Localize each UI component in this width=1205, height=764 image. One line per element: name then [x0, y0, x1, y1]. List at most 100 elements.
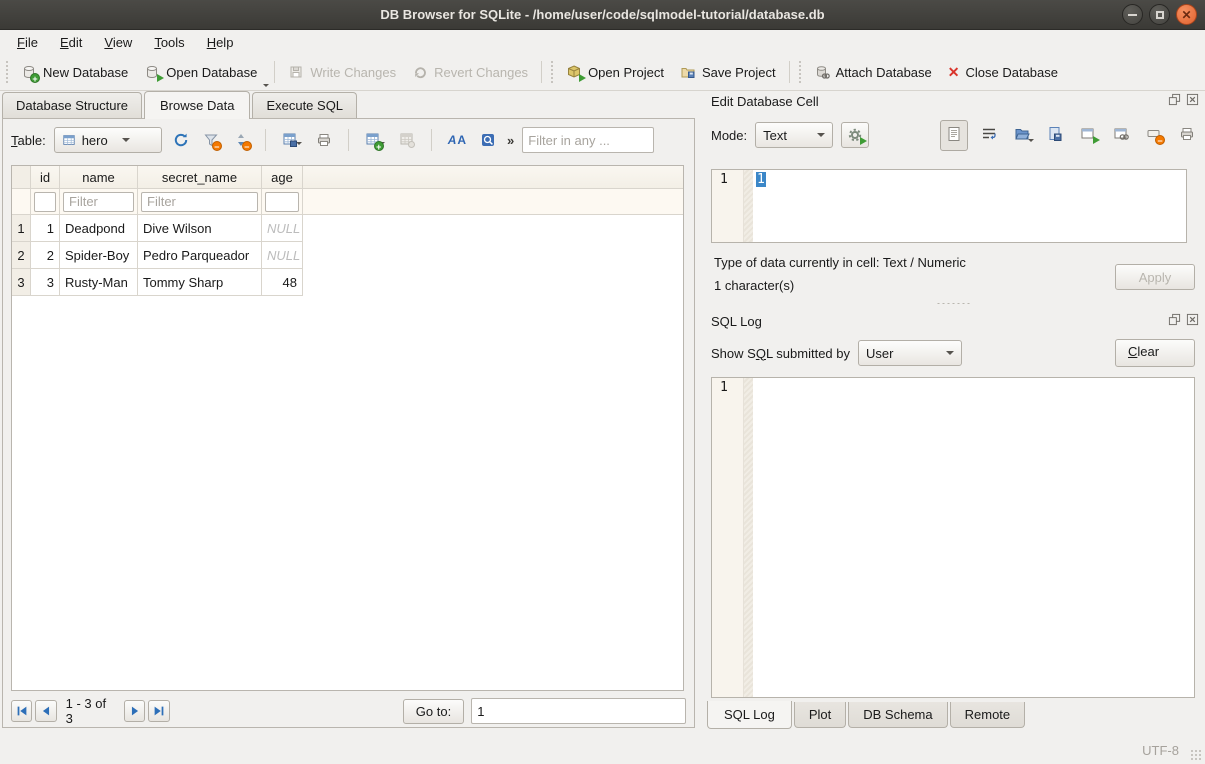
menu-file[interactable]: File	[8, 33, 47, 52]
new-database-button[interactable]: New Database	[13, 60, 136, 84]
text-mode-button[interactable]	[940, 120, 968, 151]
toolbar-drag-handle[interactable]	[5, 60, 10, 84]
column-header-secret-name[interactable]: secret_name	[138, 166, 262, 189]
close-dock-icon[interactable]	[1186, 93, 1199, 109]
cell-name[interactable]: Spider-Boy	[60, 242, 138, 269]
dock-tab-plot[interactable]: Plot	[794, 702, 846, 728]
cell-editor-text[interactable]: 1	[756, 172, 766, 187]
find-in-cells-button[interactable]	[477, 129, 499, 151]
import-cell-data-button[interactable]	[1014, 126, 1030, 145]
cell-id[interactable]: 2	[31, 242, 60, 269]
first-page-button[interactable]	[11, 700, 32, 722]
table-row[interactable]: 3 3 Rusty-Man Tommy Sharp 48	[12, 269, 683, 296]
toolbar-drag-handle[interactable]	[798, 60, 803, 84]
menubar: File Edit View Tools Help	[0, 30, 1205, 54]
dock-tab-db-schema[interactable]: DB Schema	[848, 702, 947, 728]
sql-log-content	[753, 378, 1194, 697]
sql-log-editor[interactable]: 1	[711, 377, 1195, 698]
column-header-id[interactable]: id	[31, 166, 60, 189]
revert-changes-button[interactable]: Revert Changes	[404, 60, 536, 84]
sql-log-dock-header: SQL Log	[711, 313, 1199, 329]
goto-input[interactable]	[471, 698, 686, 724]
column-header-age[interactable]: age	[262, 166, 303, 189]
cell-secret-name[interactable]: Pedro Parqueador	[138, 242, 262, 269]
new-record-icon	[365, 132, 381, 148]
tab-database-structure[interactable]: Database Structure	[2, 92, 142, 118]
cell-editor[interactable]: 1 1	[711, 169, 1187, 243]
export-cell-data-button[interactable]	[1047, 126, 1063, 145]
sql-source-select[interactable]: User	[858, 340, 962, 366]
filter-input-age[interactable]	[265, 192, 299, 212]
font-settings-button[interactable]: AA	[445, 129, 469, 151]
float-dock-icon[interactable]	[1168, 93, 1181, 109]
open-url-button[interactable]	[1113, 126, 1129, 145]
close-database-button[interactable]: ✕ Close Database	[940, 61, 1066, 84]
export-to-app-button[interactable]	[1080, 126, 1096, 145]
table-row[interactable]: 2 2 Spider-Boy Pedro Parqueador NULL	[12, 242, 683, 269]
tab-browse-data[interactable]: Browse Data	[144, 91, 250, 119]
filter-input-name[interactable]	[63, 192, 134, 212]
filter-input-id[interactable]	[34, 192, 56, 212]
cell-age[interactable]: 48	[262, 269, 303, 296]
delete-record-button[interactable]	[396, 129, 418, 151]
apply-button[interactable]: Apply	[1115, 264, 1195, 290]
float-dock-icon[interactable]	[1168, 313, 1181, 329]
encoding-indicator[interactable]: UTF-8	[1142, 743, 1179, 758]
save-table-button[interactable]	[279, 129, 305, 151]
toolbar-drag-handle[interactable]	[550, 60, 555, 84]
insert-record-button[interactable]	[362, 129, 388, 151]
browse-controls: Table: hero	[3, 119, 694, 161]
tab-execute-sql[interactable]: Execute SQL	[252, 92, 357, 118]
word-wrap-button[interactable]	[981, 126, 997, 145]
previous-page-button[interactable]	[35, 700, 56, 722]
last-page-button[interactable]	[148, 700, 169, 722]
cell-name[interactable]: Rusty-Man	[60, 269, 138, 296]
cell-secret-name[interactable]: Dive Wilson	[138, 215, 262, 242]
clear-filters-button[interactable]	[200, 129, 222, 151]
dock-tab-sql-log[interactable]: SQL Log	[707, 701, 792, 729]
toolbar-overflow-chevron[interactable]: »	[507, 133, 514, 148]
table-select[interactable]: hero	[54, 127, 162, 153]
print-table-button[interactable]	[313, 129, 335, 151]
open-database-button[interactable]: Open Database	[136, 60, 265, 84]
dock-splitter-handle[interactable]	[936, 302, 972, 305]
mode-select[interactable]: Text	[755, 122, 833, 148]
menu-help[interactable]: Help	[198, 33, 243, 52]
cell-secret-name[interactable]: Tommy Sharp	[138, 269, 262, 296]
menu-tools[interactable]: Tools	[145, 33, 193, 52]
print-cell-button[interactable]	[1179, 126, 1195, 145]
auto-switch-mode-button[interactable]	[841, 122, 869, 148]
open-project-button[interactable]: Open Project	[558, 60, 672, 84]
filter-any-input[interactable]	[522, 127, 654, 153]
menu-view[interactable]: View	[95, 33, 141, 52]
cell-age[interactable]: NULL	[262, 242, 303, 269]
column-header-name[interactable]: name	[60, 166, 138, 189]
cell-id[interactable]: 1	[31, 215, 60, 242]
cell-age[interactable]: NULL	[262, 215, 303, 242]
cell-id[interactable]: 3	[31, 269, 60, 296]
table-row[interactable]: 1 1 Deadpond Dive Wilson NULL	[12, 215, 683, 242]
open-database-dropdown-icon[interactable]	[263, 84, 269, 87]
edit-cell-title: Edit Database Cell	[711, 94, 1168, 109]
menu-edit[interactable]: Edit	[51, 33, 91, 52]
data-grid: id name secret_name age 1 1	[11, 165, 684, 691]
clear-log-button[interactable]: Clear	[1115, 339, 1195, 367]
minimize-button[interactable]	[1122, 4, 1143, 25]
dock-tab-remote[interactable]: Remote	[950, 702, 1026, 728]
goto-button[interactable]: Go to:	[403, 699, 464, 724]
filter-input-secret-name[interactable]	[141, 192, 258, 212]
cell-name[interactable]: Deadpond	[60, 215, 138, 242]
close-button[interactable]: ✕	[1176, 4, 1197, 25]
save-project-button[interactable]: Save Project	[672, 60, 784, 84]
next-page-button[interactable]	[124, 700, 145, 722]
close-dock-icon[interactable]	[1186, 313, 1199, 329]
resize-grip[interactable]	[1190, 749, 1202, 761]
set-null-button[interactable]	[1146, 126, 1162, 145]
grid-corner[interactable]	[12, 166, 31, 189]
gear-icon	[847, 127, 863, 143]
refresh-button[interactable]	[170, 129, 192, 151]
clear-sorting-button[interactable]	[230, 129, 252, 151]
maximize-button[interactable]	[1149, 4, 1170, 25]
attach-database-button[interactable]: Attach Database	[806, 60, 940, 84]
write-changes-button[interactable]: Write Changes	[280, 60, 404, 84]
